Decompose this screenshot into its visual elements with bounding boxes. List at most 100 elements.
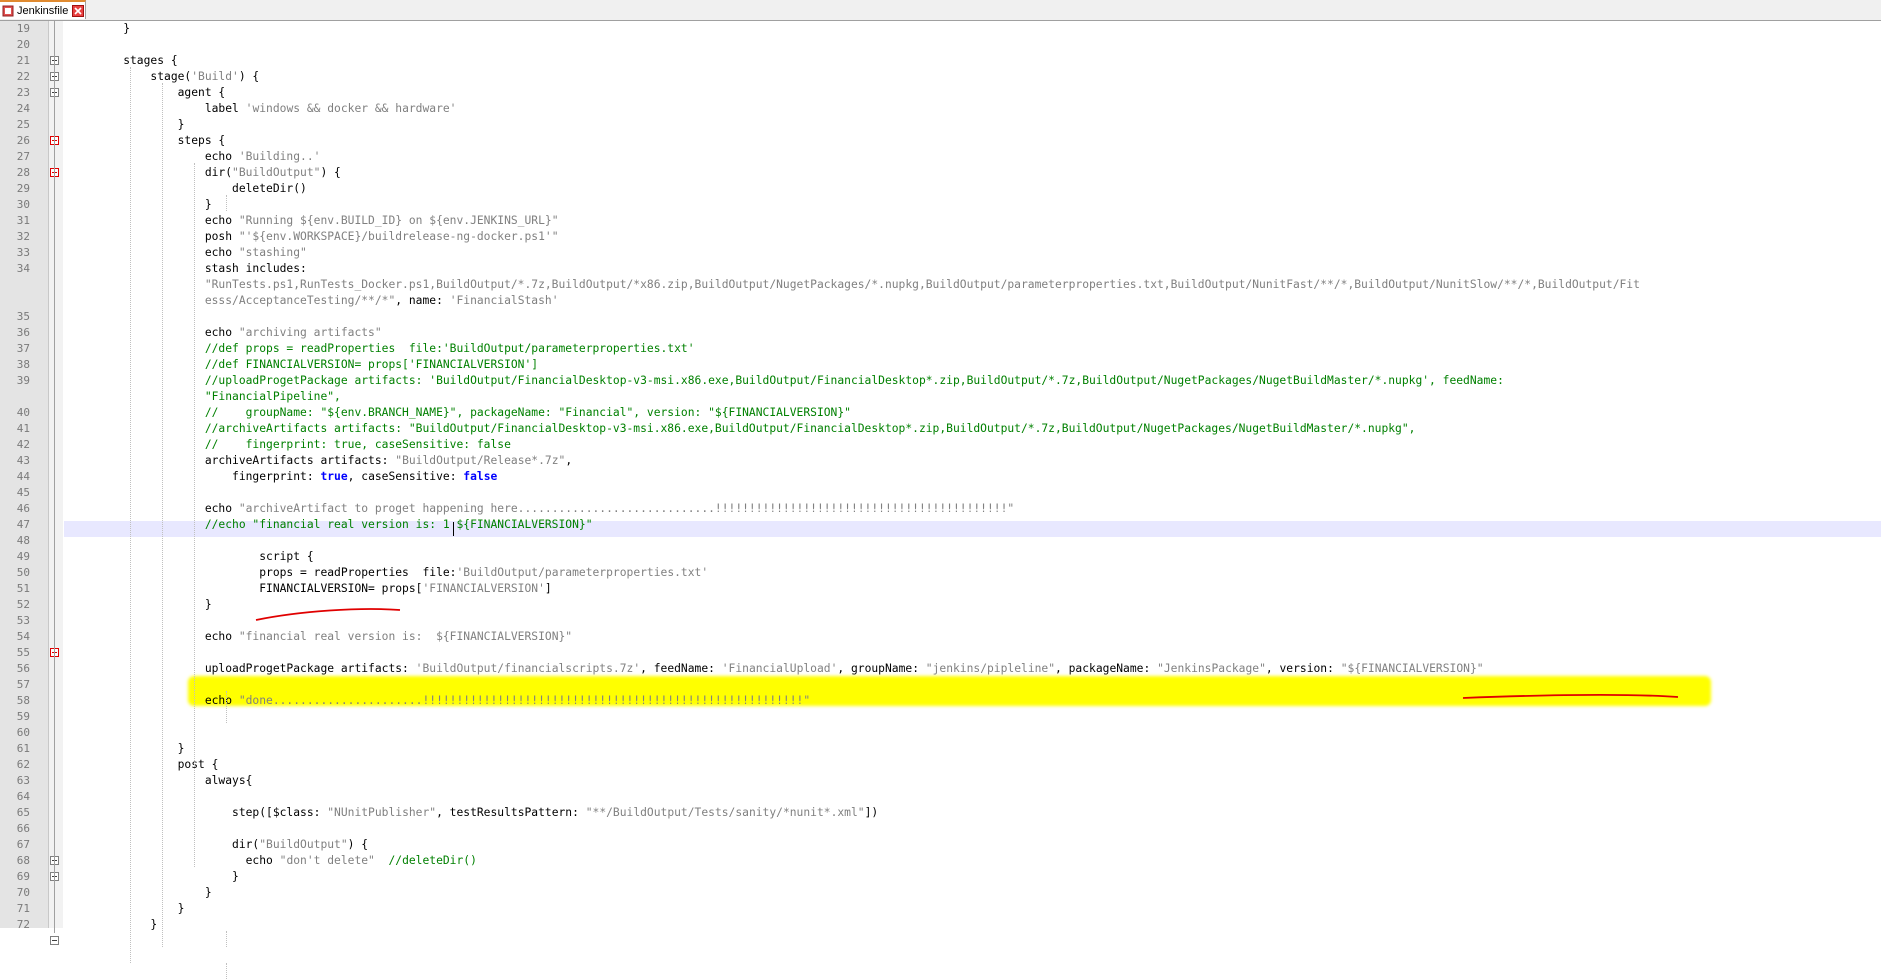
code-token: stash includes: <box>96 262 307 275</box>
code-token: true <box>320 470 348 483</box>
code-line[interactable]: 72 } <box>0 917 1881 933</box>
code-line[interactable]: 66 <box>0 821 1881 837</box>
code-line[interactable]: 32 posh "'${env.WORKSPACE}/buildrelease-… <box>0 229 1881 245</box>
code-line[interactable]: 51 FINANCIALVERSION= props['FINANCIALVER… <box>0 581 1881 597</box>
code-line[interactable]: 35 <box>0 309 1881 325</box>
code-line[interactable]: 58 echo "done......................!!!!!… <box>0 693 1881 709</box>
code-line[interactable]: 65 step([$class: "NUnitPublisher", testR… <box>0 805 1881 821</box>
code-line[interactable]: 63 always{ <box>0 773 1881 789</box>
code-line[interactable]: 50 props = readProperties file:'BuildOut… <box>0 565 1881 581</box>
code-line[interactable]: 61 } <box>0 741 1881 757</box>
code-line[interactable]: 39 //uploadProgetPackage artifacts: 'Bui… <box>0 373 1881 389</box>
code-line[interactable]: 48 <box>0 533 1881 549</box>
code-line[interactable]: 21 stages { <box>0 53 1881 69</box>
code-line[interactable]: 25 } <box>0 117 1881 133</box>
code-line[interactable]: 33 echo "stashing" <box>0 245 1881 261</box>
code-line[interactable]: 46 echo "archiveArtifact to proget happe… <box>0 501 1881 517</box>
line-number: 34 <box>16 262 30 275</box>
line-number: 43 <box>16 454 30 467</box>
code-token: "done......................!!!!!!!!!!!!!… <box>238 694 811 707</box>
code-line[interactable]: 56 uploadProgetPackage artifacts: 'Build… <box>0 661 1881 677</box>
code-token: echo <box>96 150 239 163</box>
code-token: uploadProgetPackage artifacts: <box>96 662 416 675</box>
indent-guide <box>226 963 228 979</box>
code-text: //def props = readProperties file:'Build… <box>96 341 695 357</box>
code-text: uploadProgetPackage artifacts: 'BuildOut… <box>96 661 1484 677</box>
code-line[interactable]: "FinancialPipeline", <box>0 389 1881 405</box>
code-line[interactable]: 53 <box>0 613 1881 629</box>
code-text: echo "stashing" <box>96 245 307 261</box>
code-text: } <box>96 901 185 917</box>
code-line[interactable]: 27 echo 'Building..' <box>0 149 1881 165</box>
code-line[interactable]: 24 label 'windows && docker && hardware' <box>0 101 1881 117</box>
code-line[interactable]: 40 // groupName: "${env.BRANCH_NAME}", p… <box>0 405 1881 421</box>
code-line[interactable]: 45 <box>0 485 1881 501</box>
code-text: stage('Build') { <box>96 69 259 85</box>
line-number: 71 <box>16 902 30 915</box>
code-line[interactable]: 54 echo "financial real version is: ${FI… <box>0 629 1881 645</box>
line-number: 55 <box>16 646 30 659</box>
line-number: 69 <box>16 870 30 883</box>
close-icon[interactable] <box>72 4 85 17</box>
code-text: "FinancialPipeline", <box>96 389 341 405</box>
code-line[interactable]: "RunTests.ps1,RunTests_Docker.ps1,BuildO… <box>0 277 1881 293</box>
code-line[interactable]: 70 } <box>0 885 1881 901</box>
line-number: 46 <box>16 502 30 515</box>
line-number: 41 <box>16 422 30 435</box>
code-token: "${FINANCIALVERSION}" <box>1340 662 1484 675</box>
code-line[interactable]: 64 <box>0 789 1881 805</box>
code-line[interactable]: 23 agent { <box>0 85 1881 101</box>
code-line[interactable]: 29 deleteDir() <box>0 181 1881 197</box>
code-line[interactable]: 41 //archiveArtifacts artifacts: "BuildO… <box>0 421 1881 437</box>
code-line[interactable]: 22 stage('Build') { <box>0 69 1881 85</box>
code-line[interactable]: 37 //def props = readProperties file:'Bu… <box>0 341 1881 357</box>
line-number: 64 <box>16 790 30 803</box>
code-line[interactable]: 60 <box>0 725 1881 741</box>
code-line[interactable]: 20 <box>0 37 1881 53</box>
code-token: "BuildOutput" <box>259 838 348 851</box>
code-token: echo <box>96 630 239 643</box>
code-line[interactable]: 26 steps { <box>0 133 1881 149</box>
code-token: 'FINANCIALVERSION' <box>422 582 545 595</box>
line-number: 62 <box>16 758 30 771</box>
code-line[interactable]: 67 dir("BuildOutput") { <box>0 837 1881 853</box>
code-token: "RunTests.ps1,RunTests_Docker.ps1,BuildO… <box>96 278 1640 291</box>
code-text: posh "'${env.WORKSPACE}/buildrelease-ng-… <box>96 229 559 245</box>
code-line[interactable]: 59 <box>0 709 1881 725</box>
code-text: echo "Running ${env.BUILD_ID} on ${env.J… <box>96 213 559 229</box>
code-token: ]) <box>864 806 879 819</box>
code-line[interactable]: 44 fingerprint: true, caseSensitive: fal… <box>0 469 1881 485</box>
code-line[interactable]: 30 } <box>0 197 1881 213</box>
line-number: 33 <box>16 246 30 259</box>
code-line[interactable]: 38 //def FINANCIALVERSION= props['FINANC… <box>0 357 1881 373</box>
indent-guide <box>130 67 132 963</box>
code-line[interactable]: 19 } <box>0 21 1881 37</box>
code-line[interactable]: esss/AcceptanceTesting/**/*", name: 'Fin… <box>0 293 1881 309</box>
line-number: 31 <box>16 214 30 227</box>
tab-jenkinsfile[interactable]: Jenkinsfile <box>0 0 86 19</box>
code-line[interactable]: 49 script { <box>0 549 1881 565</box>
code-line[interactable]: 52 } <box>0 597 1881 613</box>
code-editor[interactable]: 19 } 20 21 stages {22 stage('Build') {23 a… <box>0 21 1881 979</box>
fold-toggle[interactable] <box>50 936 59 945</box>
code-line[interactable]: 43 archiveArtifacts artifacts: "BuildOut… <box>0 453 1881 469</box>
code-token: FINANCIALVERSION= props[ <box>96 582 423 595</box>
code-line[interactable]: 34 stash includes: <box>0 261 1881 277</box>
code-line[interactable]: 42 // fingerprint: true, caseSensitive: … <box>0 437 1881 453</box>
line-number: 30 <box>16 198 30 211</box>
code-line[interactable]: 28 dir("BuildOutput") { <box>0 165 1881 181</box>
code-line[interactable]: 57 <box>0 677 1881 693</box>
indent-guide <box>226 931 228 947</box>
code-line[interactable]: 68 echo "don't delete" //deleteDir() <box>0 853 1881 869</box>
code-text: esss/AcceptanceTesting/**/*", name: 'Fin… <box>96 293 559 309</box>
code-line[interactable]: 47 //echo "financial real version is: 1 … <box>0 517 1881 533</box>
code-line[interactable]: 62 post { <box>0 757 1881 773</box>
code-line[interactable]: 71 } <box>0 901 1881 917</box>
code-line[interactable]: 55 <box>0 645 1881 661</box>
code-line[interactable]: 69 } <box>0 869 1881 885</box>
code-line[interactable]: 31 echo "Running ${env.BUILD_ID} on ${en… <box>0 213 1881 229</box>
code-token: // groupName: "${env.BRANCH_NAME}", pack… <box>96 406 851 419</box>
code-token: } <box>96 118 185 131</box>
indent-guide <box>226 195 228 211</box>
code-line[interactable]: 36 echo "archiving artifacts" <box>0 325 1881 341</box>
